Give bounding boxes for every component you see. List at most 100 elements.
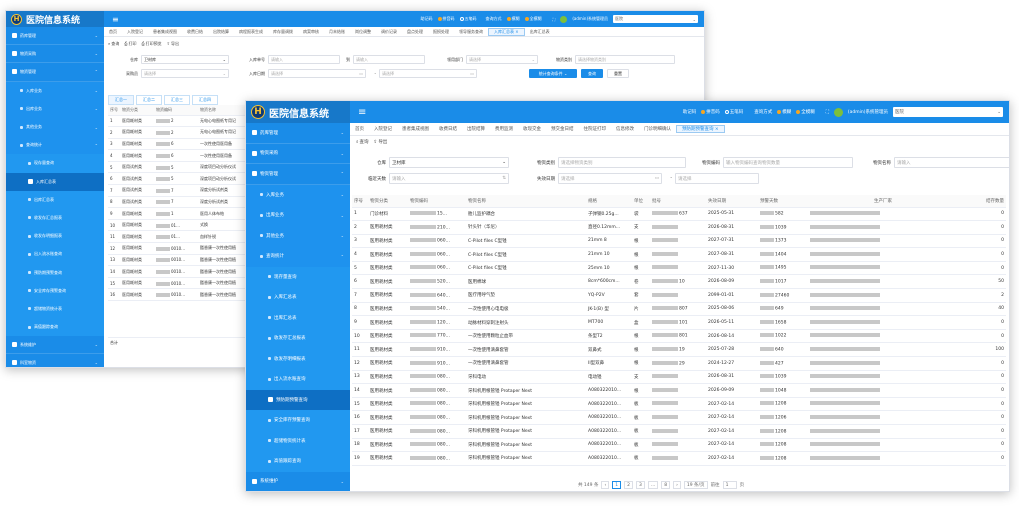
table-row[interactable]: 2 医用耗材类 2 无电心电图纸专用记 [108,126,246,139]
fullscreen-icon[interactable]: ⛶ [553,17,556,22]
table-row[interactable]: 10 医用耗材类 770... 一次性使用颗粒止血带 条型T2 根 801 2026-08-1… [352,329,1006,344]
sidebar-item[interactable]: 入库业务 ⌄ [246,184,350,205]
toolbar-button[interactable]: ⎙打印 [124,41,136,47]
expire-start[interactable]: 请选择 ▭ [558,173,662,184]
tab[interactable]: 收费日结 [434,126,462,132]
sidebar-item[interactable]: 查询统计 ⌃ [6,136,104,155]
entry-date-start[interactable]: 请选择 ▭ [268,69,366,78]
summary-tab[interactable]: 汇总一 [108,95,134,105]
stat-condition-button[interactable]: 统计查询条件 ⌄ [529,69,577,78]
toolbar-button[interactable]: ⎙打印预览 [141,41,161,47]
table-row[interactable]: 11 医用耗材类 01... 血样针锐 [108,230,246,244]
tab[interactable]: 盘点处理 [402,29,428,35]
exact-radio[interactable]: 全模糊 [524,16,542,22]
sidebar-item[interactable]: 查询统计 ⌃ [246,246,350,267]
sidebar-item[interactable]: 系统维护 ⌄ [6,336,104,355]
page-button[interactable]: 2 [624,481,634,489]
table-row[interactable]: 3 医用耗材类 060... C-Pilot files C型锉 21mm 8 根 2027… [352,234,1006,249]
tab[interactable]: 首页 [104,29,122,35]
sidebar-item[interactable]: 收发存明细报表 [246,348,350,369]
table-row[interactable]: 7 医用试剂类 7 深度分析试剂类 [108,184,246,197]
summary-tab[interactable]: 汇总四 [192,95,218,105]
table-row[interactable]: 6 医用试剂类 5 深度项目动分析仪试 [108,172,246,186]
table-row[interactable]: 19 医用耗材类 080... 牙科机用根管锉 Protaper Next A08032… [352,451,1006,466]
fullscreen-icon[interactable]: ⛶ [826,109,829,115]
table-row[interactable]: 16 医用耗材类 080... 牙科机用根管锉 Protaper Next A08032… [352,410,1006,425]
name-input[interactable]: 请输入 [894,157,1009,168]
buyer-select[interactable]: 请选择 ⌄ [141,69,229,78]
page-button[interactable]: ... [647,481,659,489]
sidebar-item[interactable]: 科室物资 ⌄ [6,354,104,367]
tab[interactable]: 收费日结 [182,29,208,35]
entry-no-input[interactable]: 请输入 [268,55,340,64]
table-row[interactable]: 4 医用耗材类 060... C-Pilot files C型锉 21mm 10 根 202… [352,247,1006,262]
sidebar-item[interactable]: 入库汇总表 [246,287,350,308]
stepper-icon[interactable]: ⇅ [502,176,506,181]
sidebar-item[interactable]: 出库汇总表 [6,190,104,209]
fuzzy-radio[interactable]: 模糊 [777,109,791,115]
tab[interactable]: 患者集成视图 [397,126,434,132]
table-row[interactable]: 18 医用耗材类 080... 牙科机用根管锉 Protaper Next A08032… [352,438,1006,453]
tab[interactable]: 预交金日结 [546,126,579,132]
hospital-select[interactable]: 医院 ⌄ [613,15,698,23]
tab[interactable]: 住院证打印 [579,126,612,132]
table-row[interactable]: 4 医用耗材类 6 一次性使用医用备 [108,149,246,162]
sidebar-item[interactable]: 高值跟踪查询 [6,318,104,337]
dept-select[interactable]: 请选择 ⌄ [466,55,538,64]
user-name[interactable]: (admin)系统管理员 [572,16,608,22]
page-size-select[interactable]: 19 条/页 [683,481,708,489]
tab[interactable]: 入院登记 [122,29,148,35]
table-row[interactable]: 13 医用耗材类 0010... 酯香康一次性使用植 [108,254,246,267]
table-row[interactable]: 14 医用耗材类 0010... 酯香康一次性使用植 [108,265,246,278]
hamburger-icon[interactable]: ≡ [358,107,366,118]
page-button[interactable]: 1 [612,481,622,489]
tab[interactable]: 病案审核 [298,29,324,35]
table-row[interactable]: 5 医用试剂类 5 深度项目动分析仪试 [108,161,246,174]
next-page-icon[interactable]: › [673,481,681,489]
sidebar-item[interactable]: 药库管理 ⌄ [246,123,350,144]
page-button[interactable]: 3 [636,481,645,489]
days-input[interactable]: 请输入 ⇅ [389,173,509,184]
category-select[interactable]: 请选择物资类别 [575,55,675,64]
sidebar-item[interactable]: 收发存明细报表 [6,227,104,246]
sidebar-item[interactable]: 入库汇总表 [6,172,104,191]
sidebar-item[interactable]: 超储物资统计表 [246,430,350,451]
toolbar-button[interactable]: ⇪导出 [167,41,179,47]
sidebar-item[interactable]: 出入流水账查询 [246,369,350,390]
table-row[interactable]: 14 医用耗材类 080... 牙科机用根管锉 Protaper Next A08032… [352,383,1006,398]
summary-tab[interactable]: 汇总三 [164,95,190,105]
summary-tab[interactable]: 汇总二 [136,95,162,105]
code-input[interactable]: 输入物资编码查询物资数量 [723,157,853,168]
toolbar-button[interactable]: ⌕查询 [108,41,119,47]
avatar[interactable] [833,107,843,117]
hamburger-icon[interactable]: ≡ [112,15,119,24]
sidebar-item[interactable]: 出库业务 ⌄ [6,99,104,118]
sidebar-item[interactable]: 收发存汇总报表 [246,328,350,349]
warehouse-select[interactable]: 卫材库 ⌄ [141,55,229,64]
tab[interactable]: 信息修改 [611,126,639,132]
toolbar-button[interactable]: ⌕查询 [356,139,369,145]
sidebar-item[interactable]: 出入流水账查询 [6,245,104,264]
sidebar-item[interactable]: 高值跟踪查询 [246,451,350,472]
sidebar-item[interactable]: 其他业务 ⌄ [246,225,350,246]
table-row[interactable]: 15 医用耗材类 0010... 酯香康一次性使用植 [108,277,246,290]
tab[interactable]: 费用监测 [490,126,518,132]
tab[interactable]: 首页 [350,126,369,132]
query-button[interactable]: 查询 [581,69,603,78]
user-name[interactable]: (admin)系统管理员 [848,109,888,115]
sidebar-item[interactable]: 药库管理 ⌄ [6,27,104,46]
goto-input[interactable]: 1 [722,481,737,489]
sidebar-item[interactable]: 物资采购 ⌄ [246,144,350,164]
avatar[interactable] [560,15,568,23]
tab[interactable]: 病程报表生成 [234,29,268,35]
table-row[interactable]: 9 医用耗材类 1 医用人体布帕 [108,207,246,220]
tab[interactable]: 领导服务查询 [454,29,488,35]
fuzzy-radio[interactable]: 模糊 [506,16,520,22]
tab[interactable]: 患者集成视图 [148,29,182,35]
table-row[interactable]: 1 医用耗材类 2 无电心电图纸专用记 [108,115,246,128]
tab[interactable]: 预防期预警查询 × [676,125,725,133]
sidebar-item[interactable]: 超储物资统计表 [6,299,104,318]
table-row[interactable]: 13 医用耗材类 080... 牙科电动 电动锉 支 2026-08-31 1039 0 [352,370,1006,385]
table-row[interactable]: 5 医用耗材类 060... C-Pilot files C型锉 25mm 10 根 202… [352,261,1006,276]
tab[interactable]: 出院结算 [208,29,234,35]
